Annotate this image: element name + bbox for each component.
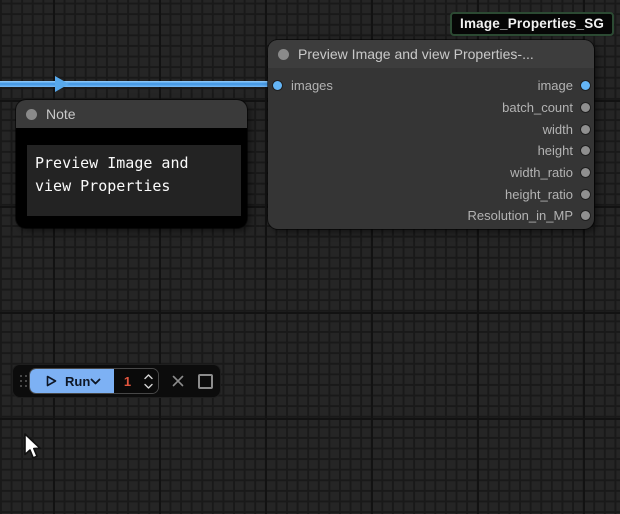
node-header[interactable]: Preview Image and view Properties-... <box>268 40 594 68</box>
run-button-label: Run <box>65 374 90 389</box>
run-button-group: Run 1 <box>29 368 159 394</box>
output-dot-icon[interactable] <box>581 103 590 112</box>
collapse-dot-icon[interactable] <box>26 109 37 120</box>
output-slot-resolution-in-mp[interactable]: Resolution_in_MP <box>467 208 594 223</box>
output-slot-height-ratio[interactable]: height_ratio <box>505 187 594 202</box>
batch-count-input[interactable]: 1 <box>114 369 158 393</box>
output-dot-icon[interactable] <box>581 125 590 134</box>
note-node-header[interactable]: Note <box>16 100 247 128</box>
output-slot-height[interactable]: height <box>538 143 594 158</box>
output-dot-icon[interactable] <box>581 146 590 155</box>
batch-count-stepper <box>141 374 156 389</box>
output-slot-image[interactable]: image <box>538 78 594 93</box>
stepper-up-icon[interactable] <box>144 374 153 380</box>
chevron-down-icon[interactable] <box>90 378 101 385</box>
output-dot-icon[interactable] <box>581 81 590 90</box>
note-textarea[interactable]: Preview Image and view Properties <box>27 145 241 216</box>
output-label: height_ratio <box>505 187 573 202</box>
stop-button[interactable] <box>195 371 215 391</box>
output-slot-width[interactable]: width <box>543 122 594 137</box>
node-title: Preview Image and view Properties-... <box>298 46 534 62</box>
note-node[interactable]: Note Preview Image and view Properties <box>16 100 247 228</box>
run-toolbar[interactable]: Run 1 <box>12 364 221 398</box>
stepper-down-icon[interactable] <box>144 383 153 389</box>
subgraph-title-badge[interactable]: Image_Properties_SG <box>450 12 614 36</box>
link-direction-arrow-icon <box>55 76 69 92</box>
note-node-title: Note <box>46 106 76 122</box>
output-dot-icon[interactable] <box>581 211 590 220</box>
node-graph-canvas[interactable]: Image_Properties_SG Preview Image and vi… <box>0 0 620 514</box>
output-dot-icon[interactable] <box>581 168 590 177</box>
output-label: height <box>538 143 573 158</box>
input-slot-images[interactable]: images <box>268 78 333 93</box>
output-label: width <box>543 122 573 137</box>
batch-count-value[interactable]: 1 <box>114 374 141 389</box>
play-icon <box>46 375 57 387</box>
output-slot-width-ratio[interactable]: width_ratio <box>510 165 594 180</box>
node-preview-image-properties[interactable]: Preview Image and view Properties-... im… <box>268 40 594 229</box>
output-label: batch_count <box>502 100 573 115</box>
input-label: images <box>291 78 333 93</box>
output-slot-batch-count[interactable]: batch_count <box>502 100 594 115</box>
note-node-body: Preview Image and view Properties <box>16 128 247 228</box>
output-label: width_ratio <box>510 165 573 180</box>
mouse-cursor-icon <box>23 433 42 461</box>
output-label: image <box>538 78 573 93</box>
drag-handle-icon[interactable] <box>18 374 28 388</box>
collapse-dot-icon[interactable] <box>278 49 289 60</box>
stop-square-icon <box>198 374 213 389</box>
node-body: images image batch_count width <box>268 68 594 227</box>
output-label: Resolution_in_MP <box>467 208 573 223</box>
run-button[interactable]: Run <box>30 369 114 393</box>
input-dot-icon[interactable] <box>273 81 282 90</box>
link-wire <box>0 81 273 87</box>
output-dot-icon[interactable] <box>581 190 590 199</box>
close-icon <box>171 374 185 388</box>
cancel-button[interactable] <box>168 371 188 391</box>
